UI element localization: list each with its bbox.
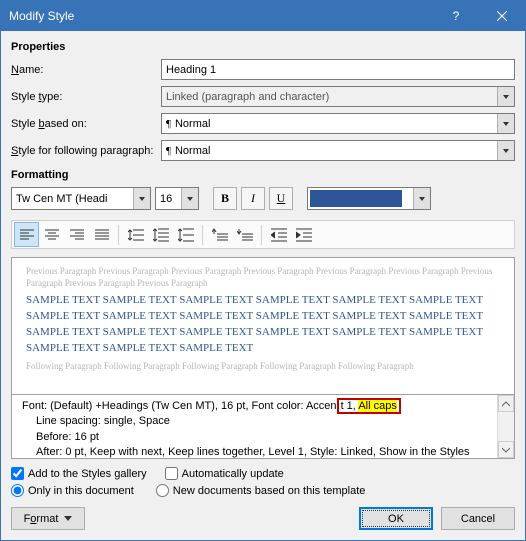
style-type-value: Linked (paragraph and character) — [166, 91, 329, 103]
line-spacing-2-button[interactable] — [173, 222, 198, 247]
description-scrollbar[interactable] — [497, 395, 514, 458]
desc-line1b: t 1, — [341, 400, 359, 412]
space-before-increase-button[interactable] — [207, 222, 232, 247]
font-family-combo[interactable]: Tw Cen MT (Headi — [11, 187, 151, 210]
preview-previous-para: Previous Paragraph Previous Paragraph Pr… — [26, 266, 500, 289]
chevron-down-icon[interactable] — [497, 114, 514, 133]
window-title: Modify Style — [9, 9, 433, 23]
pilcrow-icon: ¶ — [166, 145, 171, 157]
align-right-button[interactable] — [64, 222, 89, 247]
desc-line1a: Font: (Default) +Headings (Tw Cen MT), 1… — [22, 400, 337, 412]
font-size-combo[interactable]: 16 — [155, 187, 199, 210]
chevron-down-icon[interactable] — [413, 188, 430, 209]
bold-button[interactable]: B — [213, 187, 237, 210]
chevron-down-icon[interactable] — [181, 188, 198, 209]
style-type-combo: Linked (paragraph and character) — [161, 86, 515, 107]
space-before-decrease-button[interactable] — [232, 222, 257, 247]
name-input[interactable] — [161, 59, 515, 80]
close-button[interactable] — [479, 1, 525, 31]
chevron-down-icon[interactable] — [497, 141, 514, 160]
font-family-value: Tw Cen MT (Headi — [16, 193, 108, 205]
auto-update-checkbox[interactable]: Automatically update — [165, 467, 284, 480]
font-color-combo[interactable] — [307, 187, 431, 210]
desc-line3: Before: 16 pt — [22, 430, 493, 445]
style-description: Font: (Default) +Headings (Tw Cen MT), 1… — [11, 395, 515, 459]
preview-pane: Previous Paragraph Previous Paragraph Pr… — [11, 257, 515, 395]
increase-indent-button[interactable] — [291, 222, 316, 247]
chevron-down-icon — [497, 87, 514, 106]
italic-button[interactable]: I — [241, 187, 265, 210]
format-button[interactable]: Format — [11, 507, 85, 530]
based-on-value: Normal — [175, 118, 210, 130]
name-label: Name: — [11, 64, 161, 76]
pilcrow-icon: ¶ — [166, 118, 171, 130]
desc-allcaps: All caps — [358, 400, 397, 412]
preview-following-para: Following Paragraph Following Paragraph … — [26, 361, 500, 373]
font-size-value: 16 — [160, 193, 172, 205]
new-docs-radio[interactable]: New documents based on this template — [156, 484, 366, 497]
align-justify-button[interactable] — [89, 222, 114, 247]
following-label: Style for following paragraph: — [11, 145, 161, 157]
line-spacing-1_5-button[interactable] — [148, 222, 173, 247]
chevron-down-icon[interactable] — [133, 188, 150, 209]
scroll-down-button[interactable] — [498, 441, 514, 458]
color-swatch — [310, 190, 402, 207]
chevron-down-icon — [64, 516, 72, 521]
line-spacing-1-button[interactable] — [123, 222, 148, 247]
ok-button[interactable]: OK — [359, 507, 433, 530]
add-to-gallery-checkbox[interactable]: Add to the Styles gallery — [11, 467, 147, 480]
underline-button[interactable]: U — [269, 187, 293, 210]
following-combo[interactable]: ¶ Normal — [161, 140, 515, 161]
modify-style-dialog: Modify Style ? Properties Name: Style ty… — [0, 0, 526, 541]
align-left-button[interactable] — [14, 222, 39, 247]
help-button[interactable]: ? — [433, 1, 479, 31]
formatting-heading: Formatting — [11, 169, 515, 181]
properties-heading: Properties — [11, 41, 515, 53]
based-on-label: Style based on: — [11, 118, 161, 130]
align-center-button[interactable] — [39, 222, 64, 247]
preview-sample-text: SAMPLE TEXT SAMPLE TEXT SAMPLE TEXT SAMP… — [26, 293, 500, 357]
only-this-doc-radio[interactable]: Only in this document — [11, 484, 134, 497]
desc-line4: After: 0 pt, Keep with next, Keep lines … — [22, 445, 493, 460]
scroll-up-button[interactable] — [498, 395, 514, 412]
cancel-button[interactable]: Cancel — [441, 507, 515, 530]
based-on-combo[interactable]: ¶ Normal — [161, 113, 515, 134]
following-value: Normal — [175, 145, 210, 157]
desc-line2: Line spacing: single, Space — [22, 414, 493, 429]
style-type-label: Style type: — [11, 91, 161, 103]
titlebar: Modify Style ? — [1, 1, 525, 31]
decrease-indent-button[interactable] — [266, 222, 291, 247]
paragraph-toolbar — [11, 220, 515, 249]
